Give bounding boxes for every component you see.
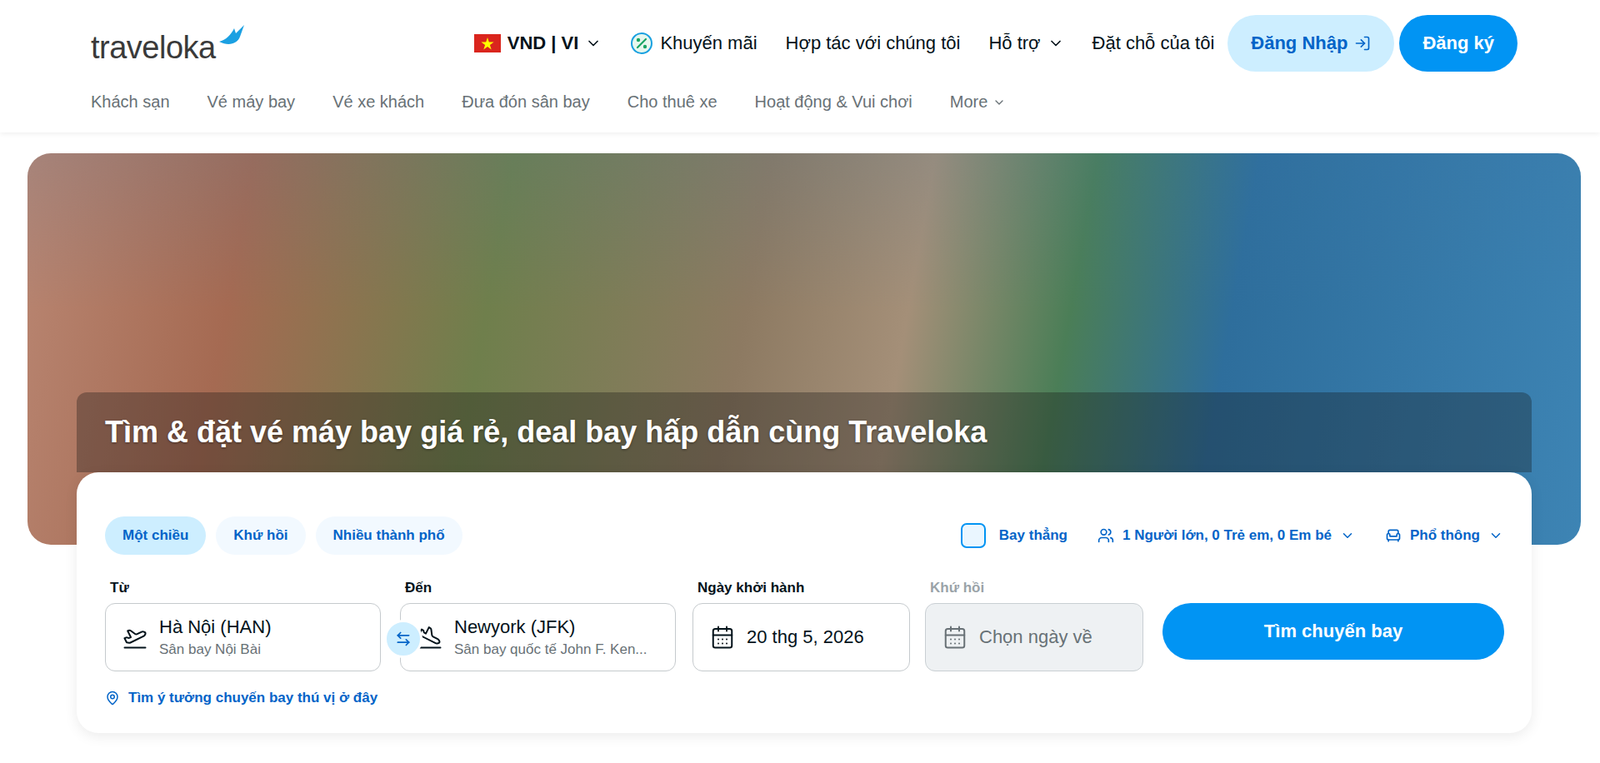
register-button[interactable]: Đăng ký [1399, 15, 1518, 72]
cabin-selector[interactable]: Phổ thông [1385, 527, 1504, 545]
top-links: VND | VI Khuyến mãi Hợp tác với chúng tôi H… [474, 15, 1518, 72]
trip-type-tabs: Một chiềuKhứ hồi Nhiều thành phố [105, 516, 463, 555]
login-button[interactable]: Đăng Nhập [1227, 15, 1395, 72]
to-field[interactable]: Newyork (JFK) Sân bay quốc tế John F. Ken… [400, 603, 676, 672]
top-link[interactable]: Hỗ trợ [988, 32, 1064, 55]
seat-icon [1385, 527, 1402, 545]
nav-item[interactable]: Đưa đón sân bay [461, 92, 590, 112]
search-options: Một chiềuKhứ hồi Nhiều thành phố Bay thẳng… [105, 516, 1504, 555]
logo-text: traveloka [90, 23, 216, 64]
to-label: Đến [400, 580, 676, 597]
departure-date-value: 20 thg 5, 2026 [746, 626, 865, 649]
direct-flight-checkbox[interactable] [960, 523, 986, 549]
top-bar: traveloka VND | VI Khuyến mãi Hợp tác với c… [90, 0, 1518, 72]
header: traveloka VND | VI Khuyến mãi Hợp tác với c… [0, 0, 1600, 133]
from-value: Hà Nội (HAN) [159, 616, 271, 639]
departure-date-label: Ngày khởi hành [692, 580, 910, 597]
flight-filters: Bay thẳng 1 Người lớn, 0 Trẻ em, 0 Em bé P… [960, 523, 1504, 549]
passengers-icon [1097, 527, 1115, 545]
search-fields: Từ Hà Nội (HAN) Sân bay Nội Bài Đến Newyork … [105, 580, 1504, 672]
plane-takeoff-icon [122, 625, 148, 650]
from-label: Từ [105, 580, 381, 597]
logo[interactable]: traveloka [90, 23, 246, 64]
promo-percent-icon [630, 31, 654, 55]
top-link[interactable]: Khuyến mãi [630, 31, 757, 55]
chevron-down-icon [1047, 35, 1065, 52]
nav-item[interactable]: Vé xe khách [332, 92, 425, 112]
chevron-down-icon [992, 95, 1006, 110]
calendar-icon [942, 625, 968, 650]
to-value: Newyork (JFK) [454, 616, 648, 639]
direct-flight-option[interactable]: Bay thẳng [960, 523, 1068, 549]
hero-title-band: Tìm & đặt vé máy bay giá rẻ, deal bay hấ… [76, 392, 1532, 473]
calendar-icon [710, 625, 735, 650]
nav-item[interactable]: Vé máy bay [207, 92, 296, 112]
return-date-value: Chọn ngày về [979, 626, 1093, 649]
logo-bird-icon [217, 23, 246, 49]
from-field-group: Từ Hà Nội (HAN) Sân bay Nội Bài [105, 580, 381, 672]
return-date-field-group: Khứ hồi Chọn ngày về [925, 580, 1144, 672]
flight-search-card: Một chiềuKhứ hồiNhiều thành phốBay thẳng… [76, 472, 1532, 734]
trip-type-tab[interactable]: Nhiều thành phố [315, 516, 463, 555]
trip-type-tab[interactable]: Một chiều [105, 516, 206, 555]
hero-title: Tìm & đặt vé máy bay giá rẻ, deal bay hấ… [105, 415, 987, 450]
search-flights-button[interactable]: Tìm chuyến bay [1162, 603, 1505, 660]
return-date-label: Khứ hồi [925, 580, 1144, 597]
locale-selector[interactable]: VND | VI [474, 32, 603, 55]
top-link[interactable]: Hợp tác với chúng tôi [785, 32, 961, 55]
to-airport: Sân bay quốc tế John F. Ken... [454, 641, 648, 659]
chevron-down-icon [1340, 528, 1355, 544]
page: traveloka VND | VI Khuyến mãi Hợp tác với c… [0, 0, 1600, 763]
nav-item[interactable]: Khách sạn [90, 92, 170, 112]
flight-ideas-link[interactable]: Tìm ý tưởng chuyến bay thú vị ở đây [105, 690, 378, 707]
nav-item[interactable]: More [950, 92, 1007, 112]
chevron-down-icon [585, 35, 602, 52]
trip-type-tab[interactable]: Khứ hồi [215, 516, 305, 555]
swap-button[interactable] [384, 620, 423, 659]
chevron-down-icon [1488, 528, 1504, 544]
map-pin-icon [105, 690, 120, 706]
login-icon [1354, 35, 1371, 52]
nav-item[interactable]: Cho thuê xe [627, 92, 718, 112]
to-field-group: Đến Newyork (JFK) Sân bay quốc tế John F. … [400, 580, 676, 672]
auth-buttons: Đăng NhậpĐăng ký [1227, 15, 1518, 72]
from-airport: Sân bay Nội Bài [159, 641, 271, 659]
vietnam-flag-icon [474, 34, 501, 53]
swap-arrows-icon [395, 630, 412, 648]
from-field[interactable]: Hà Nội (HAN) Sân bay Nội Bài [105, 603, 381, 672]
departure-date-field[interactable]: 20 thg 5, 2026 [692, 603, 910, 672]
top-link[interactable]: Đặt chỗ của tôi [1092, 32, 1215, 55]
nav-item[interactable]: Hoạt động & Vui chơi [755, 92, 913, 112]
departure-date-field-group: Ngày khởi hành 20 thg 5, 2026 [692, 580, 910, 672]
passenger-selector[interactable]: 1 Người lớn, 0 Trẻ em, 0 Em bé [1097, 527, 1355, 545]
product-nav: Khách sạn Vé máy bay Vé xe khách Đưa đón sâ… [90, 71, 1518, 133]
return-date-field[interactable]: Chọn ngày về [925, 603, 1144, 672]
